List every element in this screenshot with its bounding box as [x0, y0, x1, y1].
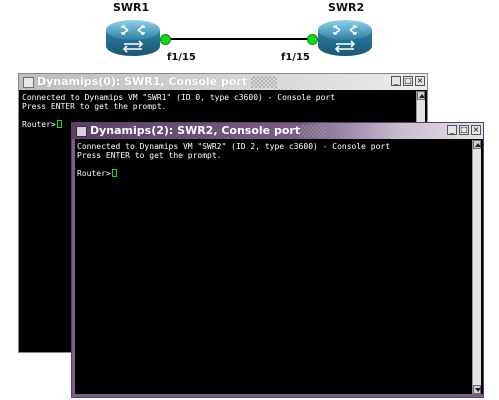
- window-titlebar[interactable]: Dynamips(0): SWR1, Console port _ □ ×: [19, 74, 427, 90]
- console-window-swr2[interactable]: Dynamips(2): SWR2, Console port _ □ × Co…: [71, 122, 484, 398]
- maximize-button[interactable]: □: [403, 76, 413, 86]
- router-swr2[interactable]: [316, 18, 374, 58]
- arrow-up-icon: [475, 143, 481, 147]
- window-title: Dynamips(2): SWR2, Console port: [90, 124, 301, 137]
- scroll-up-button[interactable]: [417, 91, 425, 100]
- terminal-prompt: Router>: [77, 169, 111, 178]
- titlebar-grip: [251, 76, 277, 88]
- scroll-down-button[interactable]: [473, 385, 481, 394]
- window-title: Dynamips(0): SWR1, Console port: [37, 75, 248, 88]
- window-frame-bottom[interactable]: [72, 394, 483, 397]
- window-titlebar[interactable]: Dynamips(2): SWR2, Console port _ □ ×: [72, 123, 483, 139]
- port-label-swr1: f1/15: [167, 52, 196, 63]
- terminal-line: Connected to Dynamips VM "SWR2" (ID 2, t…: [77, 142, 391, 151]
- terminal-line: Press ENTER to get the prompt.: [77, 151, 222, 160]
- router-switch-icon: [106, 20, 160, 56]
- arrow-up-icon: [419, 94, 425, 98]
- maximize-button[interactable]: □: [459, 125, 469, 135]
- port-label-swr2: f1/15: [281, 52, 310, 63]
- node-label-swr1: SWR1: [113, 1, 150, 14]
- window-menu-icon[interactable]: [76, 126, 87, 137]
- window-menu-icon[interactable]: [23, 77, 34, 88]
- terminal-prompt: Router>: [22, 120, 56, 129]
- arrow-down-icon: [475, 388, 481, 392]
- terminal-line: Press ENTER to get the prompt.: [22, 102, 167, 111]
- vertical-scrollbar[interactable]: [472, 140, 481, 394]
- titlebar-grip: [300, 125, 326, 137]
- minimize-button[interactable]: _: [447, 125, 457, 135]
- port-indicator-swr1: [160, 34, 171, 45]
- terminal-cursor: [56, 120, 62, 128]
- terminal-cursor: [111, 169, 117, 177]
- scroll-up-button[interactable]: [473, 140, 481, 149]
- node-label-swr2: SWR2: [328, 1, 365, 14]
- terminal-output[interactable]: Connected to Dynamips VM "SWR2" (ID 2, t…: [77, 142, 390, 178]
- window-frame-left: [72, 139, 75, 397]
- close-button[interactable]: ×: [471, 125, 481, 135]
- router-swr1[interactable]: [104, 18, 162, 58]
- router-switch-icon: [318, 20, 372, 56]
- port-indicator-swr2: [307, 34, 318, 45]
- terminal-line: Connected to Dynamips VM "SWR1" (ID 0, t…: [22, 93, 336, 102]
- minimize-button[interactable]: _: [391, 76, 401, 86]
- link-swr1-swr2[interactable]: [164, 38, 312, 40]
- close-button[interactable]: ×: [415, 76, 425, 86]
